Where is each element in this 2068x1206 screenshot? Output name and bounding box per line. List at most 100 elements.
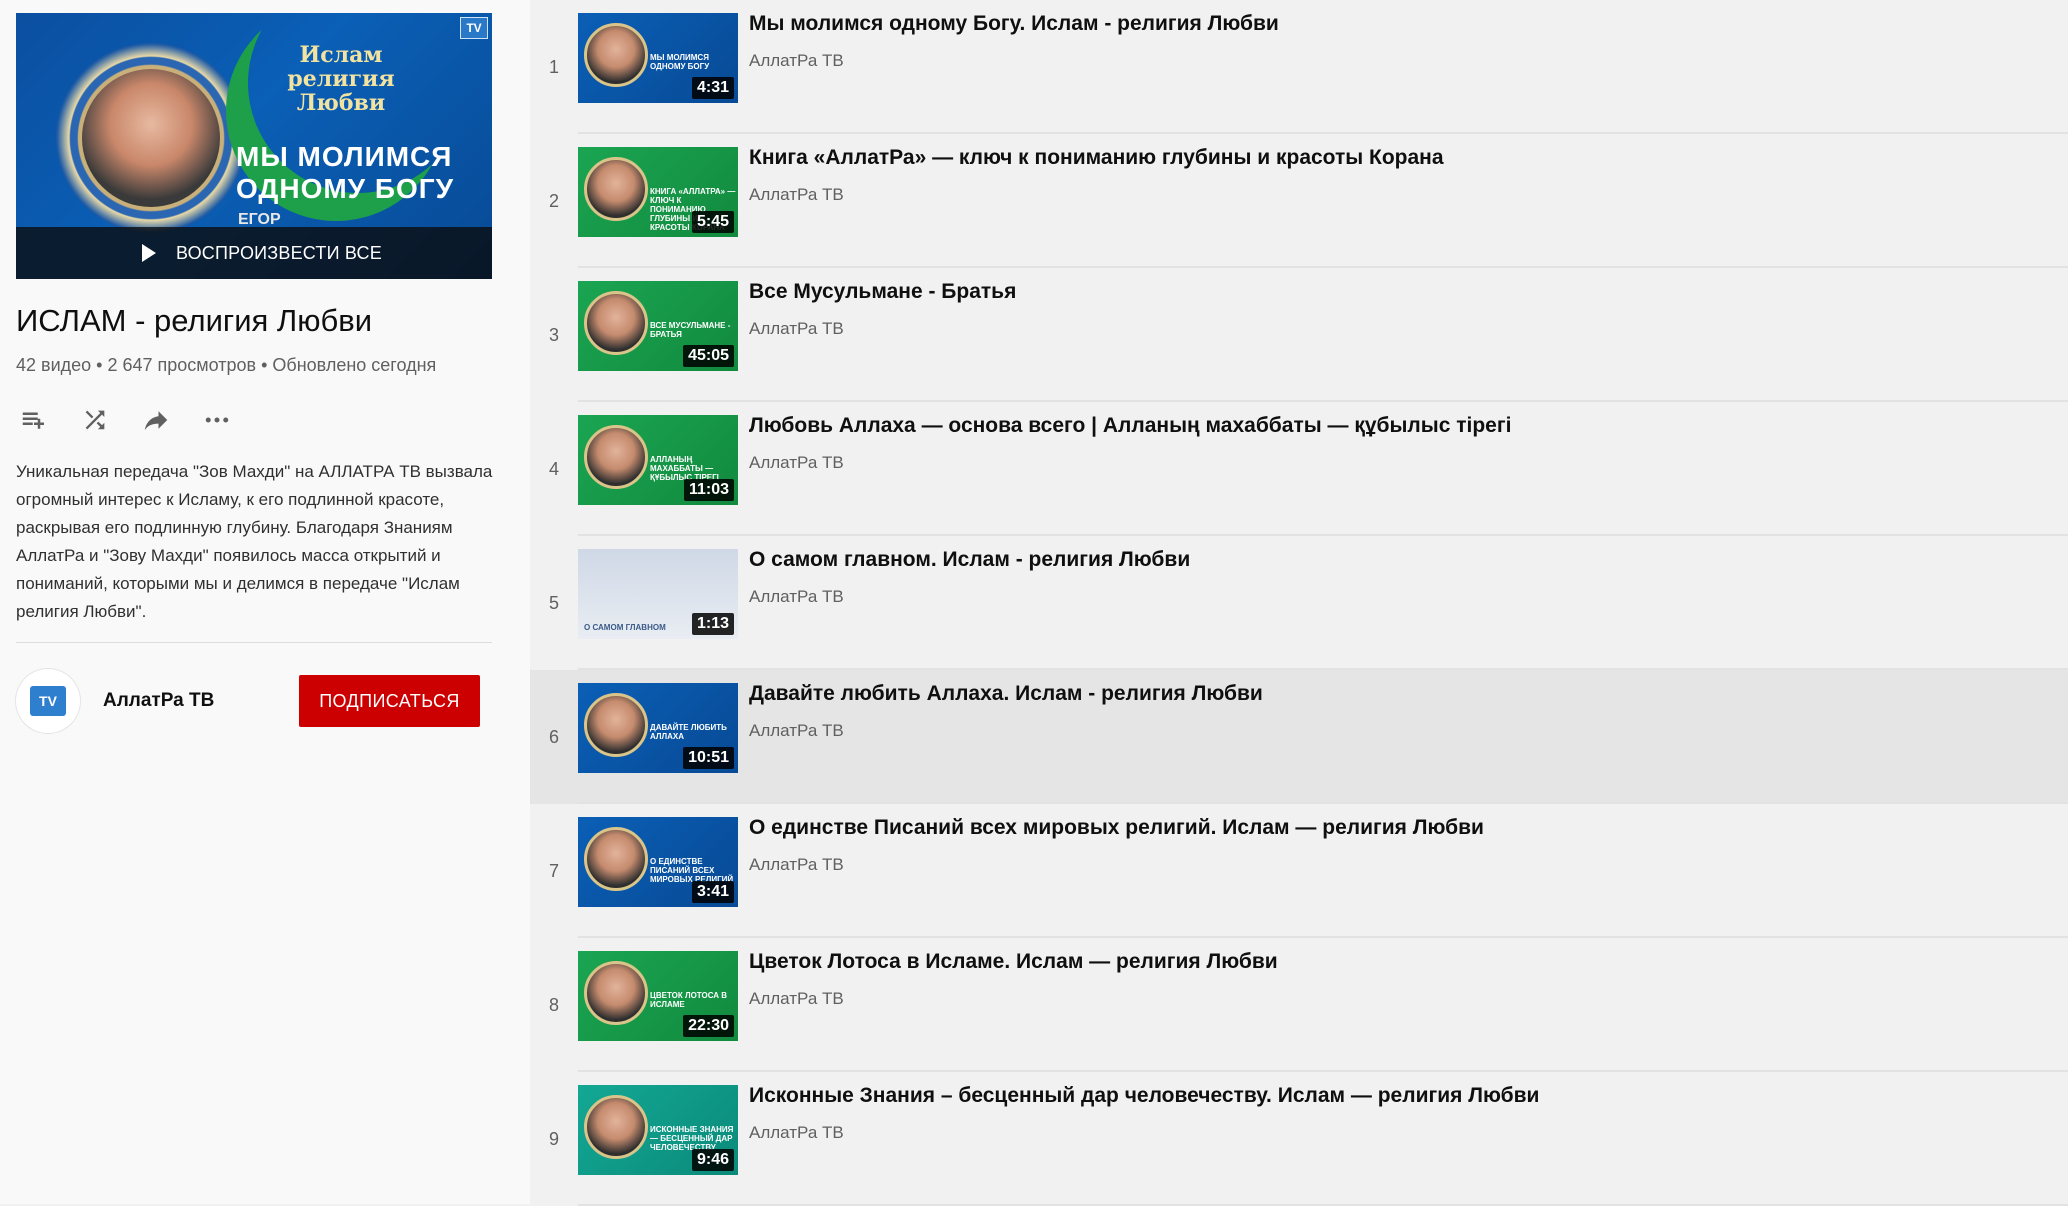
thumbnail-caption: ИСКОННЫЕ ЗНАНИЯ — БЕСЦЕННЫЙ ДАР ЧЕЛОВЕЧЕ… — [650, 1125, 734, 1152]
playlist-row[interactable]: 9 ИСКОННЫЕ ЗНАНИЯ — БЕСЦЕННЫЙ ДАР ЧЕЛОВЕЧ… — [530, 1072, 2068, 1206]
video-title[interactable]: О самом главном. Ислам - религия Любви — [749, 548, 1190, 572]
add-to-queue-button[interactable] — [16, 402, 52, 438]
duration-badge: 45:05 — [683, 345, 734, 367]
duration-badge: 4:31 — [691, 77, 734, 99]
video-channel[interactable]: АллатРа ТВ — [749, 587, 844, 607]
duration-badge: 5:45 — [691, 211, 734, 233]
hero-title-line1: МЫ МОЛИМСЯ — [236, 141, 453, 172]
thumbnail-portrait — [584, 425, 648, 489]
video-title[interactable]: Цветок Лотоса в Исламе. Ислам — религия … — [749, 950, 1278, 974]
playlist-row[interactable]: 2 КНИГА «АЛЛАТРА» — КЛЮЧ К ПОНИМАНИЮ ГЛУБ… — [530, 134, 2068, 268]
playlist-sidebar: Ислам религия Любви МЫ МОЛИМСЯ ОДНОМУ БО… — [0, 0, 530, 1204]
hero-brand-line2: религия — [287, 66, 395, 92]
hero-brand-line3: Любви — [296, 90, 386, 116]
video-thumbnail[interactable]: ДАВАЙТЕ ЛЮБИТЬ АЛЛАХА 10:51 — [578, 683, 738, 773]
share-button[interactable] — [138, 402, 174, 438]
playlist-description: Уникальная передача "Зов Махди" на АЛЛАТ… — [16, 462, 493, 621]
video-channel[interactable]: АллатРа ТВ — [749, 855, 844, 875]
hero-brand: Ислам религия Любви — [281, 43, 401, 115]
video-thumbnail[interactable]: МЫ МОЛИМСЯ ОДНОМУ БОГУ 4:31 — [578, 13, 738, 103]
hero-title: МЫ МОЛИМСЯ ОДНОМУ БОГУ — [236, 141, 486, 205]
playlist-title: ИСЛАМ - религия Любви — [16, 303, 373, 338]
playlist-hero-thumbnail[interactable]: Ислам религия Любви МЫ МОЛИМСЯ ОДНОМУ БО… — [16, 13, 492, 279]
video-thumbnail[interactable]: О САМОМ ГЛАВНОМ 1:13 — [578, 549, 738, 639]
row-index: 2 — [548, 190, 559, 211]
thumbnail-portrait — [584, 961, 648, 1025]
video-channel[interactable]: АллатРа ТВ — [749, 185, 844, 205]
playlist-row[interactable]: 5 О САМОМ ГЛАВНОМ 1:13 О самом главном. Исл… — [530, 536, 2068, 670]
row-index: 9 — [548, 1128, 559, 1149]
duration-badge: 3:41 — [691, 881, 734, 903]
shuffle-icon — [85, 410, 105, 430]
row-index: 5 — [548, 592, 559, 613]
thumbnail-caption: АЛЛАНЫҢ МАХАББАТЫ — ҚҰБЫЛЫС ТІРЕГІ — [650, 455, 719, 482]
row-index: 1 — [548, 56, 559, 77]
thumbnail-portrait — [584, 693, 648, 757]
thumbnail-caption: ВСЕ МУСУЛЬМАНЕ - БРАТЬЯ — [650, 321, 731, 339]
thumbnail-portrait — [584, 559, 648, 623]
video-thumbnail[interactable]: ИСКОННЫЕ ЗНАНИЯ — БЕСЦЕННЫЙ ДАР ЧЕЛОВЕЧЕ… — [578, 1085, 738, 1175]
video-thumbnail[interactable]: КНИГА «АЛЛАТРА» — КЛЮЧ К ПОНИМАНИЮ ГЛУБИ… — [578, 147, 738, 237]
add-to-queue-icon — [22, 412, 44, 429]
video-title[interactable]: Давайте любить Аллаха. Ислам - религия Л… — [749, 682, 1263, 706]
thumbnail-caption: ЦВЕТОК ЛОТОСА В ИСЛАМЕ — [650, 991, 728, 1009]
playlist-row[interactable]: 1 МЫ МОЛИМСЯ ОДНОМУ БОГУ 4:31 Мы молимся од… — [530, 0, 2068, 134]
row-index: 8 — [548, 994, 559, 1015]
video-title[interactable]: О единстве Писаний всех мировых религий.… — [749, 816, 1484, 840]
video-title[interactable]: Книга «АллатРа» — ключ к пониманию глуби… — [749, 146, 1444, 170]
thumbnail-portrait — [584, 157, 648, 221]
playlist-row[interactable]: 3 ВСЕ МУСУЛЬМАНЕ - БРАТЬЯ 45:05 Все Мусульм… — [530, 268, 2068, 402]
share-icon — [144, 411, 168, 430]
video-thumbnail[interactable]: ВСЕ МУСУЛЬМАНЕ - БРАТЬЯ 45:05 — [578, 281, 738, 371]
video-channel[interactable]: АллатРа ТВ — [749, 51, 844, 71]
allatra-logo-icon: TV — [30, 686, 66, 716]
duration-badge: 1:13 — [691, 613, 734, 635]
video-channel[interactable]: АллатРа ТВ — [749, 989, 844, 1009]
hero-title-line2: ОДНОМУ БОГУ — [236, 173, 455, 204]
video-thumbnail[interactable]: АЛЛАНЫҢ МАХАББАТЫ — ҚҰБЫЛЫС ТІРЕГІ 11:03 — [578, 415, 738, 505]
playlist-video-list: 1 МЫ МОЛИМСЯ ОДНОМУ БОГУ 4:31 Мы молимся од… — [530, 0, 2068, 1206]
thumbnail-caption: О ЕДИНСТВЕ ПИСАНИЙ ВСЕХ МИРОВЫХ РЕЛИГИЙ — [650, 857, 734, 884]
hero-brand-line1: Ислам — [299, 42, 383, 68]
playlist-row[interactable]: 8 ЦВЕТОК ЛОТОСА В ИСЛАМЕ 22:30 Цветок Лотос… — [530, 938, 2068, 1072]
thumbnail-caption: О САМОМ ГЛАВНОМ — [584, 623, 666, 632]
tv-logo-icon: TV — [460, 17, 488, 39]
video-channel[interactable]: АллатРа ТВ — [749, 721, 844, 741]
thumbnail-caption: МЫ МОЛИМСЯ ОДНОМУ БОГУ — [650, 53, 710, 71]
more-icon — [205, 417, 229, 423]
thumbnail-portrait — [584, 291, 648, 355]
video-thumbnail[interactable]: ЦВЕТОК ЛОТОСА В ИСЛАМЕ 22:30 — [578, 951, 738, 1041]
play-all-label: ВОСПРОИЗВЕСТИ ВСЕ — [176, 242, 382, 263]
duration-badge: 9:46 — [691, 1149, 734, 1171]
shuffle-button[interactable] — [77, 402, 113, 438]
playlist-owner: TV АллатРа ТВ ПОДПИСАТЬСЯ — [16, 669, 514, 733]
thumbnail-portrait — [584, 23, 648, 87]
video-channel[interactable]: АллатРа ТВ — [749, 1123, 844, 1143]
video-thumbnail[interactable]: О ЕДИНСТВЕ ПИСАНИЙ ВСЕХ МИРОВЫХ РЕЛИГИЙ 3… — [578, 817, 738, 907]
subscribe-button[interactable]: ПОДПИСАТЬСЯ — [299, 675, 480, 727]
video-title[interactable]: Мы молимся одному Богу. Ислам - религия … — [749, 12, 1279, 36]
thumbnail-caption: ДАВАЙТЕ ЛЮБИТЬ АЛЛАХА — [650, 723, 727, 741]
playlist-row[interactable]: 4 АЛЛАНЫҢ МАХАББАТЫ — ҚҰБЫЛЫС ТІРЕГІ 11:03… — [530, 402, 2068, 536]
channel-name[interactable]: АллатРа ТВ — [103, 690, 303, 712]
channel-avatar[interactable]: TV — [16, 669, 80, 733]
video-title[interactable]: Любовь Аллаха — основа всего | Алланың м… — [749, 414, 1511, 438]
play-all-button[interactable]: ВОСПРОИЗВЕСТИ ВСЕ — [16, 227, 492, 279]
duration-badge: 11:03 — [683, 479, 734, 501]
row-index: 7 — [548, 860, 559, 881]
duration-badge: 10:51 — [683, 747, 734, 769]
playlist-row[interactable]: 7 О ЕДИНСТВЕ ПИСАНИЙ ВСЕХ МИРОВЫХ РЕЛИГИЙ… — [530, 804, 2068, 938]
presenter-portrait — [82, 69, 220, 207]
video-title[interactable]: Исконные Знания – бесценный дар человече… — [749, 1084, 1539, 1108]
playlist-row[interactable]: 6 ДАВАЙТЕ ЛЮБИТЬ АЛЛАХА 10:51 Давайте любит… — [530, 670, 2068, 804]
video-channel[interactable]: АллатРа ТВ — [749, 453, 844, 473]
video-channel[interactable]: АллатРа ТВ — [749, 319, 844, 339]
video-title[interactable]: Все Мусульмане - Братья — [749, 280, 1016, 304]
play-icon — [142, 244, 156, 262]
more-button[interactable] — [199, 402, 235, 438]
row-index: 6 — [548, 726, 559, 747]
row-index: 3 — [548, 324, 559, 345]
playlist-stats: 42 видео • 2 647 просмотров • Обновлено … — [16, 355, 437, 375]
playlist-actions — [16, 402, 514, 438]
thumbnail-portrait — [584, 827, 648, 891]
